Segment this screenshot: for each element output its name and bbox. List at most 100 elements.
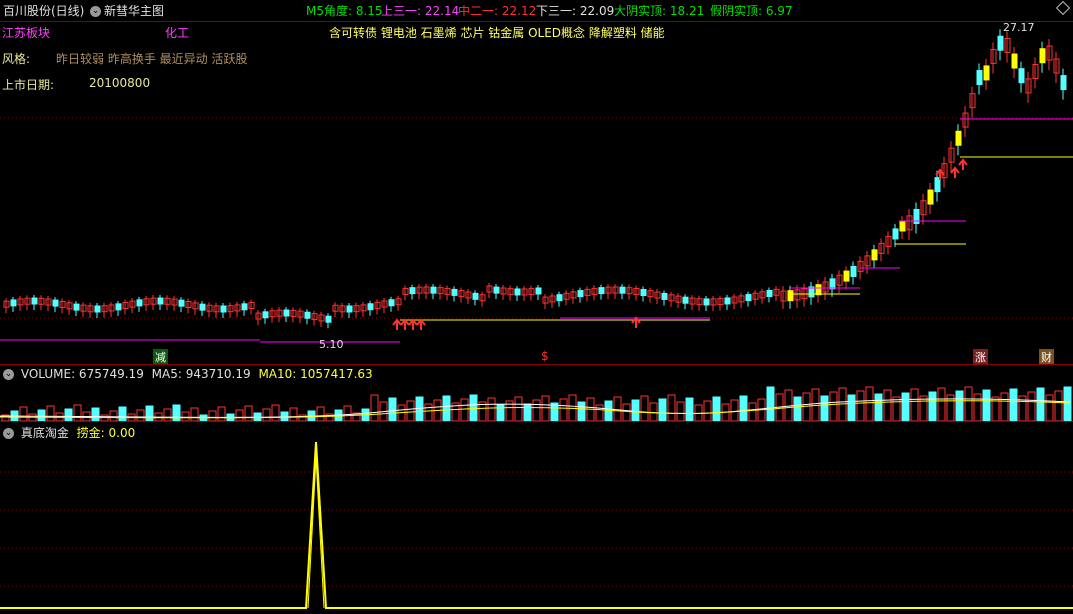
lower3-value: 下三一: 22.09 xyxy=(536,4,615,18)
candle-body xyxy=(1060,75,1067,91)
candle-body xyxy=(283,309,290,317)
volume-bar xyxy=(208,410,217,422)
candle-body xyxy=(619,286,626,294)
candle-body xyxy=(577,290,584,298)
indicator-name: 新彗华主图 xyxy=(104,4,165,18)
volume-bar xyxy=(955,390,964,422)
candle-body xyxy=(409,287,416,295)
candle-body xyxy=(997,35,1004,51)
volume-bar xyxy=(667,394,676,422)
dollar-tag: $ xyxy=(541,349,549,363)
volume-value: VOLUME: 675749.19 xyxy=(20,367,144,381)
candle-body xyxy=(955,130,962,146)
volume-bar xyxy=(577,401,586,422)
volume-bar xyxy=(730,399,739,422)
candle-body xyxy=(976,70,983,86)
volume-bar xyxy=(829,391,838,422)
candle-body xyxy=(640,288,647,296)
volume-bar xyxy=(19,406,28,422)
volume-bar xyxy=(982,389,991,422)
up-arrow-icon xyxy=(958,158,968,170)
volume-bar xyxy=(1027,391,1036,422)
volume-bar xyxy=(442,395,451,422)
volume-bar xyxy=(685,397,694,422)
volume-bar xyxy=(91,407,100,422)
price-chart[interactable] xyxy=(0,22,1073,364)
candle-body xyxy=(451,288,458,296)
volume-bar xyxy=(388,397,397,422)
candle-body xyxy=(815,284,822,296)
volume-bar xyxy=(73,404,82,422)
volume-bar xyxy=(235,409,244,422)
volume-bar xyxy=(937,387,946,422)
volume-bar xyxy=(703,400,712,422)
volume-bar xyxy=(928,391,937,422)
candle-body xyxy=(31,297,38,305)
up-arrow-icon xyxy=(400,318,410,330)
volume-bar xyxy=(820,395,829,422)
volume-bar xyxy=(766,386,775,422)
volume-bar xyxy=(271,404,280,422)
stock-name[interactable]: 百川股份(日线) xyxy=(3,2,84,19)
candle-body xyxy=(983,65,990,81)
volume-bar xyxy=(460,398,469,422)
volume-bar xyxy=(244,405,253,422)
candle-body xyxy=(493,286,500,294)
candle-body xyxy=(682,296,689,304)
volume-bar xyxy=(559,398,568,422)
candle-body xyxy=(136,299,143,307)
volume-bar xyxy=(514,396,523,422)
candle-body xyxy=(535,287,542,295)
candle-body xyxy=(892,228,899,240)
volume-bar xyxy=(487,397,496,422)
diamond-icon[interactable] xyxy=(1055,0,1071,16)
candle-body xyxy=(157,297,164,305)
candle-body xyxy=(241,303,248,311)
candle-body xyxy=(598,287,605,295)
volume-bar xyxy=(406,400,415,422)
volume-bottom-divider xyxy=(0,421,1073,422)
volume-bar xyxy=(136,409,145,422)
low-price-label: 5.10 xyxy=(319,338,344,351)
volume-bar xyxy=(874,393,883,422)
candle-body xyxy=(871,249,878,261)
candle-body xyxy=(304,311,311,319)
volume-bar xyxy=(118,406,127,422)
volume-bar xyxy=(424,403,433,422)
candle-body xyxy=(1011,53,1018,69)
m5-angle: M5角度: 8.15 xyxy=(306,4,383,18)
volume-ma10: MA10: 1057417.63 xyxy=(258,367,373,381)
volume-bar xyxy=(1000,392,1009,422)
volume-bar xyxy=(883,389,892,422)
candle-body xyxy=(843,270,850,282)
volume-bar xyxy=(712,396,721,422)
high-price-label: 27.17 xyxy=(1003,21,1035,34)
candle-body xyxy=(73,303,80,311)
candle-body xyxy=(514,288,521,296)
volume-bar xyxy=(613,396,622,422)
volume-bar xyxy=(838,387,847,422)
chevron-down-icon[interactable]: ⌄ xyxy=(90,6,101,17)
candle-body xyxy=(262,311,269,319)
price-volume-divider xyxy=(0,364,1073,365)
volume-bar xyxy=(631,399,640,422)
volume-bar xyxy=(973,393,982,422)
volume-chart[interactable] xyxy=(0,380,1073,422)
volume-bar xyxy=(676,401,685,422)
volume-bar xyxy=(172,404,181,422)
upper3-value: 上三一: 22.14 xyxy=(381,4,460,18)
volume-bar xyxy=(1063,386,1072,422)
volume-bar xyxy=(739,395,748,422)
candle-body xyxy=(199,303,206,311)
volume-bar xyxy=(640,395,649,422)
chevron-down-icon[interactable]: ⌄ xyxy=(3,369,14,380)
volume-bar xyxy=(262,408,271,422)
candle-body xyxy=(52,299,59,307)
up-arrow-icon xyxy=(950,166,960,178)
big-yin-value: 大阴实顶: 18.21 xyxy=(614,4,705,18)
fake-yin-value: 假阴实顶: 6.97 xyxy=(710,4,793,18)
indicator-dropdown[interactable]: ⌄ 新彗华主图 xyxy=(90,2,164,19)
volume-bar xyxy=(910,388,919,422)
candle-body xyxy=(745,294,752,302)
indicator-chart[interactable] xyxy=(0,436,1073,614)
